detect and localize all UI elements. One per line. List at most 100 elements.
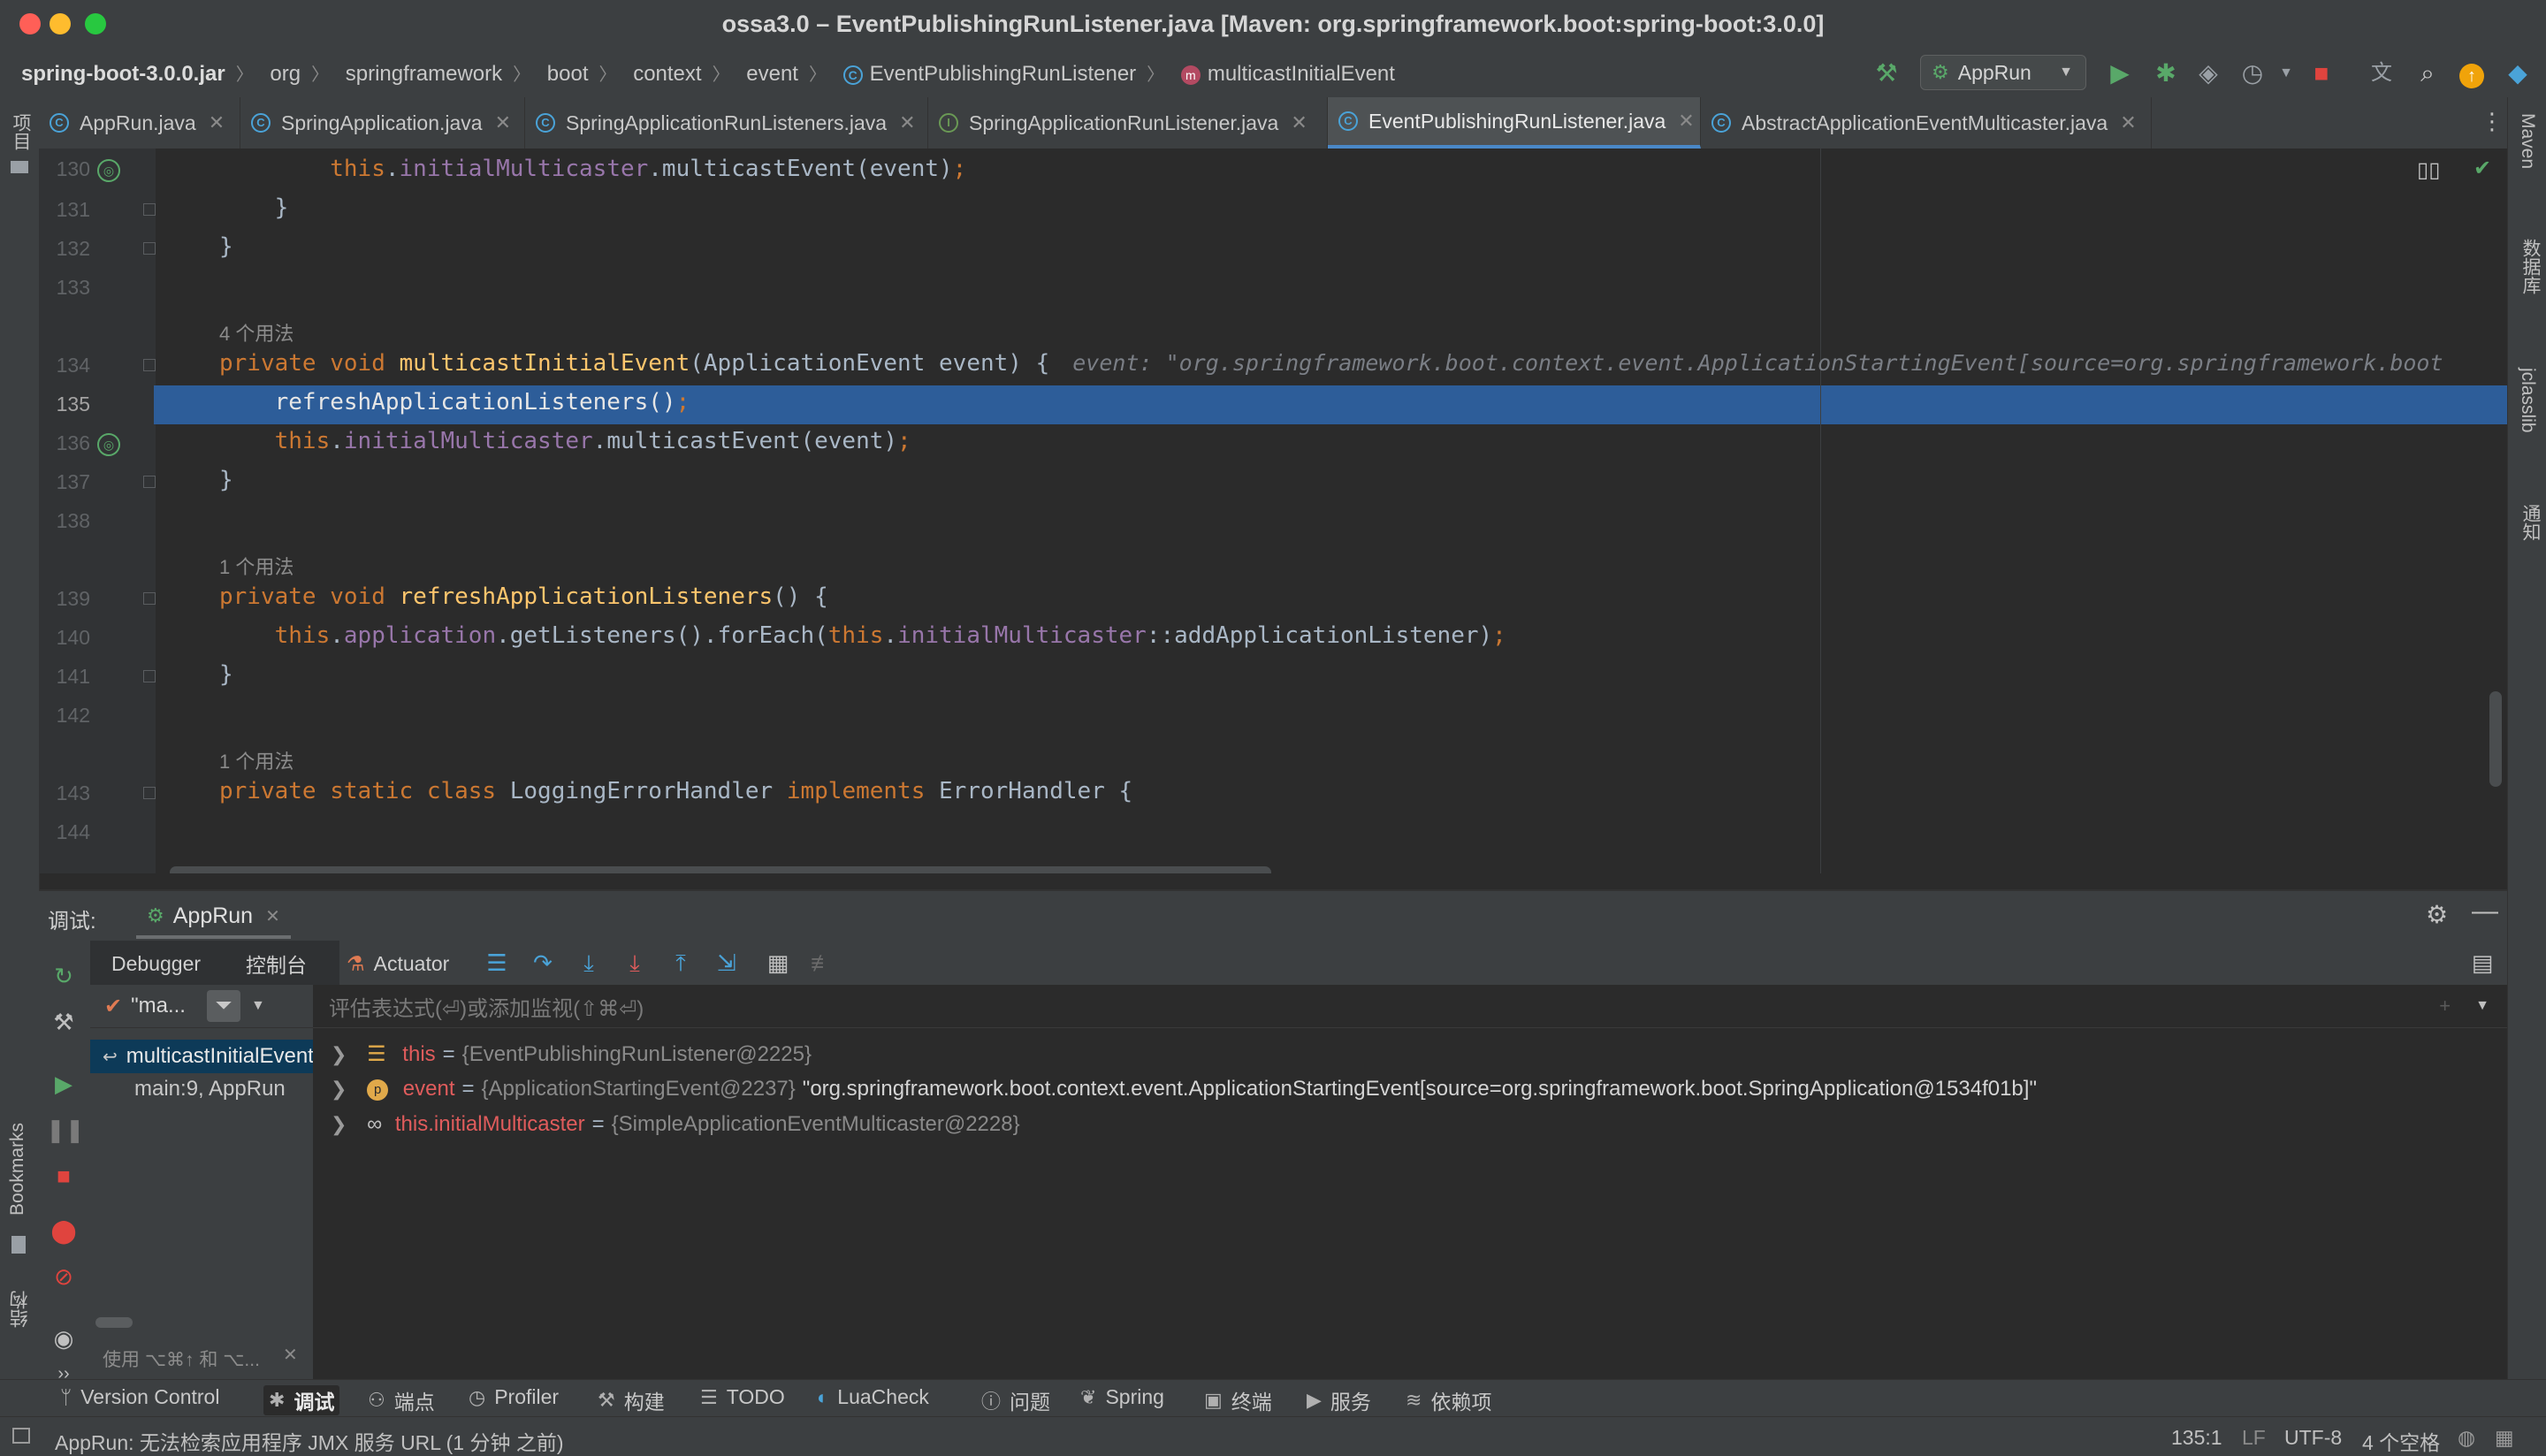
debug-session-tab[interactable]: ⚙ AppRun ✕ xyxy=(136,896,291,939)
implementation-marker-icon[interactable]: ◎ xyxy=(97,433,120,456)
rerun-icon[interactable]: ↻ xyxy=(46,958,81,994)
more-tabs-icon[interactable]: ⋮ xyxy=(2481,108,2504,135)
bookmarks-tool-button[interactable]: Bookmarks xyxy=(7,1123,28,1216)
tab-eventpublishingrunlistener[interactable]: C EventPublishingRunListener.java ✕ xyxy=(1328,97,1701,149)
fold-marker[interactable] xyxy=(143,476,156,488)
force-step-into-icon[interactable]: ⤓ xyxy=(617,945,652,980)
run-to-cursor-icon[interactable]: ⇲ xyxy=(709,945,744,980)
run-config-select[interactable]: ⚙ AppRun ▼ xyxy=(1920,55,2086,90)
toggle-toolwindows-icon[interactable] xyxy=(12,1428,30,1444)
plugin-logo-icon[interactable]: ◆ xyxy=(2502,58,2534,88)
implementation-marker-icon[interactable]: ◎ xyxy=(97,159,120,182)
variable-row[interactable]: ❯ ∞ this.initialMulticaster = {SimpleAppli… xyxy=(331,1112,1020,1137)
code-line[interactable]: } xyxy=(219,194,289,221)
modify-run-config-icon[interactable]: ⚒ xyxy=(46,1004,81,1040)
more-run-chevron-icon[interactable]: ▼ xyxy=(2270,58,2302,88)
settings-gear-icon[interactable]: ⚙ xyxy=(2426,900,2448,929)
toolwindow-version-control[interactable]: ᛘ Version Control xyxy=(60,1385,219,1409)
indent-setting[interactable]: 4 个空格 xyxy=(2362,1426,2440,1456)
thread-selector[interactable]: ✔ "ma... ⏷ ▼ xyxy=(90,985,313,1028)
fold-marker[interactable] xyxy=(143,787,156,799)
stop-debug-icon[interactable]: ■ xyxy=(46,1158,81,1193)
step-into-icon[interactable]: ⤓ xyxy=(571,945,606,980)
fold-marker[interactable] xyxy=(143,203,156,216)
evaluate-input[interactable]: 评估表达式(⏎)或添加监视(⇧⌘⏎) xyxy=(329,991,644,1022)
tab-console[interactable]: 控制台 xyxy=(246,946,307,981)
close-session-icon[interactable]: ✕ xyxy=(265,905,280,927)
update-icon[interactable]: ↑ xyxy=(2456,58,2488,88)
caret-position[interactable]: 135:1 xyxy=(2171,1426,2222,1450)
code-line[interactable]: private void multicastInitialEvent(Appli… xyxy=(219,350,2443,377)
frame-item[interactable]: main:9, AppRun xyxy=(134,1077,286,1102)
tab-apprun[interactable]: C AppRun.java ✕ xyxy=(39,97,240,149)
filter-icon[interactable]: ⏷ xyxy=(206,990,240,1022)
debug-bug-icon[interactable]: ✱ xyxy=(2150,58,2182,88)
tab-debugger[interactable]: Debugger xyxy=(111,946,201,981)
close-tab-icon[interactable]: ✕ xyxy=(1291,111,1307,134)
notifications-tool-button[interactable]: 通知 xyxy=(2517,504,2543,541)
usages-hint[interactable]: 1 个用法 xyxy=(219,552,293,580)
view-breakpoints-icon[interactable]: ⬤ xyxy=(46,1213,81,1248)
tab-abstractapplicationeventmulticaster[interactable]: C AbstractApplicationEventMulticaster.jav… xyxy=(1701,97,2152,149)
code-line[interactable]: } xyxy=(219,233,233,260)
structure-tool-button[interactable]: 结构 xyxy=(7,1291,34,1328)
close-tab-icon[interactable]: ✕ xyxy=(1678,110,1694,133)
hide-panel-icon[interactable]: — xyxy=(2472,896,2498,926)
line-separator[interactable]: LF xyxy=(2242,1426,2266,1450)
code-line[interactable]: private static class LoggingErrorHandler… xyxy=(219,778,1132,804)
breadcrumb-org[interactable]: org xyxy=(270,62,301,86)
toolwindow-todo[interactable]: ☰ TODO xyxy=(700,1385,785,1409)
frame-item-selected[interactable]: ↩ multicastInitialEvent xyxy=(90,1040,313,1073)
breadcrumb-boot[interactable]: boot xyxy=(547,62,589,86)
step-out-icon[interactable]: ⤒ xyxy=(663,945,698,980)
toolwindow-build[interactable]: ⚒ 构建 xyxy=(598,1385,665,1415)
expand-arrow-icon[interactable]: ❯ xyxy=(331,1078,347,1100)
toolwindow-services[interactable]: ▶ 服务 xyxy=(1307,1385,1371,1415)
fold-marker[interactable] xyxy=(143,242,156,255)
jclasslib-tool-button[interactable]: jclasslib xyxy=(2517,368,2538,433)
code-line[interactable]: private void refreshApplicationListeners… xyxy=(219,583,828,610)
toolwindow-luacheck[interactable]: ◐ LuaCheck xyxy=(817,1385,929,1409)
code-editor[interactable]: 130 ◎ 131 132 133 134 135 136 ◎ 137 138 … xyxy=(39,149,2507,873)
add-watch-icon[interactable]: + xyxy=(2439,995,2451,1018)
toolwindow-problems[interactable]: ⓘ 问题 xyxy=(981,1385,1050,1415)
code-line[interactable]: this.initialMulticaster.multicastEvent(e… xyxy=(219,156,966,182)
threads-layout-icon[interactable]: ☰ xyxy=(479,945,515,980)
vertical-scrollbar[interactable] xyxy=(2489,691,2502,787)
close-tab-icon[interactable]: ✕ xyxy=(495,111,511,134)
breadcrumb-method[interactable]: multicastInitialEvent xyxy=(1208,62,1395,86)
maven-tool-button[interactable]: Maven xyxy=(2517,113,2538,169)
no-problems-check-icon[interactable]: ✔ xyxy=(2474,156,2491,181)
build-hammer-icon[interactable]: ⚒ xyxy=(1871,58,1902,88)
inspection-profile-icon[interactable]: ◍ xyxy=(2458,1426,2475,1450)
trace-stream-icon[interactable]: ≢ xyxy=(804,945,840,980)
run-icon[interactable]: ▶ xyxy=(2104,58,2136,88)
fold-marker[interactable] xyxy=(143,592,156,605)
variable-row[interactable]: ❯ ☰ this = {EventPublishingRunListener@222… xyxy=(331,1041,812,1067)
file-encoding[interactable]: UTF-8 xyxy=(2284,1426,2342,1450)
breadcrumb-event[interactable]: event xyxy=(746,62,798,86)
toolwindow-dependencies[interactable]: ≋ 依赖项 xyxy=(1406,1385,1491,1415)
frames-scrollbar[interactable] xyxy=(95,1317,133,1328)
breadcrumb-jar[interactable]: spring-boot-3.0.0.jar xyxy=(21,62,225,86)
pause-icon[interactable]: ❚❚ xyxy=(46,1112,85,1147)
usages-hint[interactable]: 4 个用法 xyxy=(219,318,293,347)
evaluate-expression-icon[interactable]: ▦ xyxy=(760,945,796,980)
layout-settings-icon[interactable]: ▤ xyxy=(2465,945,2500,980)
usages-hint[interactable]: 1 个用法 xyxy=(219,746,293,774)
project-tool-button[interactable]: 项目 xyxy=(7,113,34,150)
reader-mode-icon[interactable]: ▯▯ xyxy=(2417,157,2440,183)
fold-marker[interactable] xyxy=(143,670,156,682)
code-line[interactable]: } xyxy=(219,661,233,688)
search-icon[interactable]: ⌕ xyxy=(2412,58,2443,88)
breadcrumb-context[interactable]: context xyxy=(633,62,701,86)
toolwindow-debug[interactable]: ✱ 调试 xyxy=(263,1385,340,1415)
chevron-down-icon[interactable]: ▼ xyxy=(251,998,265,1014)
memory-indicator-icon[interactable]: ▦ xyxy=(2495,1426,2514,1450)
evaluate-expression-bar[interactable]: 评估表达式(⏎)或添加监视(⇧⌘⏎) + ▼ xyxy=(313,985,2507,1028)
close-tab-icon[interactable]: ✕ xyxy=(209,111,225,134)
breadcrumb-springframework[interactable]: springframework xyxy=(346,62,502,86)
profiler-icon[interactable]: ◷ xyxy=(2237,58,2268,88)
fold-marker[interactable] xyxy=(143,359,156,371)
close-tab-icon[interactable]: ✕ xyxy=(2120,111,2136,134)
